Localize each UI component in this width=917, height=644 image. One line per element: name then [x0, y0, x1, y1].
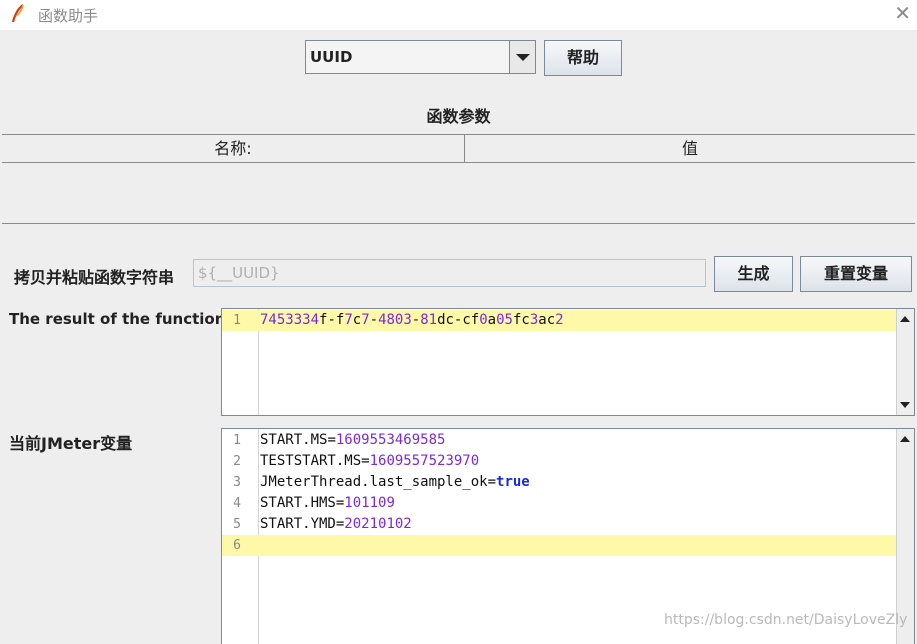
result-line: 1 7453334f-f7c7-4803-81dc-cf0a05fc3ac2 — [222, 310, 896, 331]
variable-line-text: START.HMS=101109 — [260, 495, 395, 511]
watermark: https://blog.csdn.net/DaisyLoveZly — [664, 612, 908, 628]
result-editor[interactable]: 1 7453334f-f7c7-4803-81dc-cf0a05fc3ac2 — [221, 308, 915, 416]
variable-line-text: JMeterThread.last_sample_ok=true — [260, 474, 530, 490]
params-table-body[interactable] — [2, 163, 915, 224]
function-select[interactable]: UUID — [305, 40, 536, 74]
help-button[interactable]: 帮助 — [544, 40, 622, 76]
variable-key: START.HMS — [260, 495, 336, 511]
window-title: 函数助手 — [38, 7, 99, 25]
line-number: 1 — [233, 433, 241, 448]
variable-key: JMeterThread.last_sample_ok — [260, 474, 488, 490]
function-string-field[interactable] — [193, 259, 706, 287]
reset-variables-button[interactable]: 重置变量 — [800, 256, 912, 292]
line-number: 1 — [233, 313, 241, 328]
variable-line-text: TESTSTART.MS=1609557523970 — [260, 453, 480, 469]
line-number: 4 — [233, 496, 241, 511]
variable-line-text: START.YMD=20210102 — [260, 516, 412, 532]
scroll-down-icon[interactable] — [897, 396, 914, 413]
variable-value: 20210102 — [344, 516, 412, 532]
line-number: 5 — [233, 517, 241, 532]
variable-line: 2 TESTSTART.MS=1609557523970 — [222, 451, 896, 472]
variable-line: 1 START.MS=1609553469585 — [222, 430, 896, 451]
title-bar: 函数助手 ✕ — [0, 0, 917, 30]
scroll-up-icon[interactable] — [897, 311, 914, 328]
params-section-title: 函数参数 — [426, 107, 491, 126]
result-line-text: 7453334f-f7c7-4803-81dc-cf0a05fc3ac2 — [260, 312, 564, 328]
jmeter-variables-label: 当前JMeter变量 — [9, 434, 133, 453]
variable-line: 4 START.HMS=101109 — [222, 493, 896, 514]
params-table-header: 名称: 值 — [2, 134, 915, 163]
result-scrollbar[interactable] — [896, 309, 914, 415]
variable-line: 5 START.YMD=20210102 — [222, 514, 896, 535]
feather-icon — [11, 4, 24, 23]
variable-line-text: START.MS=1609553469585 — [260, 432, 446, 448]
result-label: The result of the function is — [9, 310, 245, 328]
line-number: 6 — [233, 538, 241, 553]
chevron-down-icon[interactable] — [509, 41, 535, 73]
variable-value: true — [496, 474, 530, 490]
variable-value: 1609553469585 — [335, 432, 446, 448]
line-number: 2 — [233, 454, 241, 469]
variable-key: TESTSTART.MS — [260, 453, 362, 469]
close-icon[interactable]: ✕ — [894, 1, 911, 25]
variable-key: START.YMD — [260, 516, 336, 532]
variable-key: START.MS — [260, 432, 328, 448]
scroll-up-icon[interactable] — [897, 431, 914, 448]
line-number: 3 — [233, 475, 241, 490]
variable-line: 3 JMeterThread.last_sample_ok=true — [222, 472, 896, 493]
function-select-value: UUID — [310, 48, 353, 66]
column-header-name[interactable]: 名称: — [2, 135, 465, 162]
function-string-label: 拷贝并粘贴函数字符串 — [14, 268, 175, 287]
variable-line-current: 6 — [222, 535, 896, 556]
column-header-value[interactable]: 值 — [465, 135, 915, 162]
generate-button[interactable]: 生成 — [714, 256, 793, 292]
variable-value: 101109 — [344, 495, 395, 511]
variable-value: 1609557523970 — [369, 453, 480, 469]
